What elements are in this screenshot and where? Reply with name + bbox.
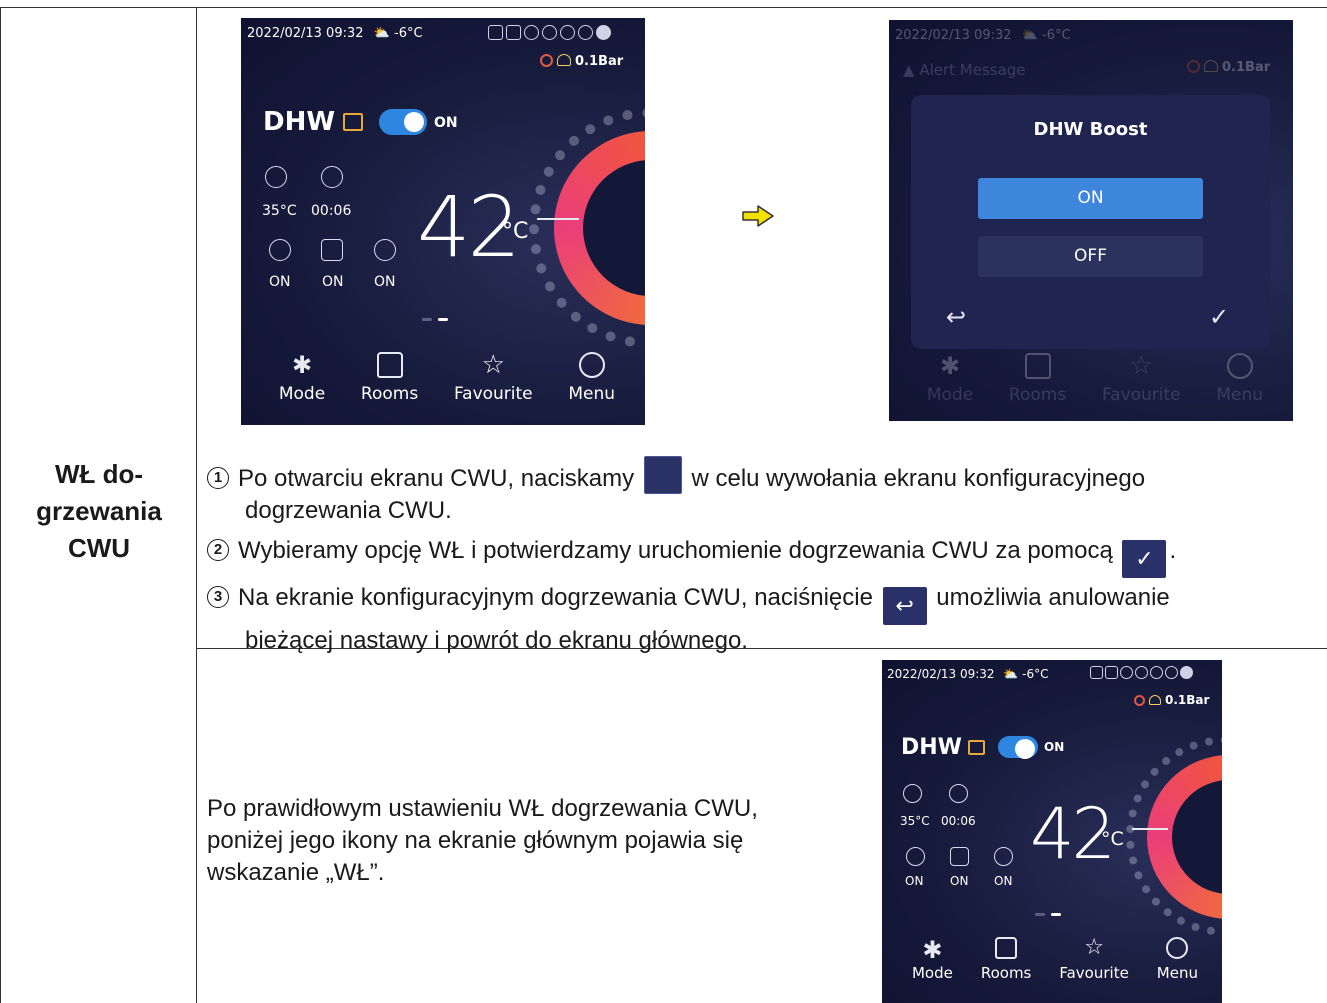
outdoor-icon: ⛅	[373, 26, 390, 41]
step-1: 1 Po otwarciu ekranu CWU, naciskamy w cel…	[207, 456, 1145, 527]
timer-value: 00:06	[311, 203, 352, 219]
page-indicator	[1035, 913, 1061, 916]
sun-icon	[542, 25, 557, 40]
nav-mode[interactable]: Mode	[279, 352, 325, 404]
setpoint-value: 35°C	[262, 203, 297, 219]
nav-mode[interactable]: Mode	[912, 937, 953, 982]
chevron-down-icon[interactable]	[1180, 666, 1193, 679]
table-border-top	[0, 7, 1327, 8]
boost-state: ON	[950, 874, 969, 888]
step-3: 3 Na ekranie konfiguracyjnym dogrzewania …	[207, 582, 1170, 657]
home-icon	[376, 352, 403, 378]
pressure-text: 0.1Bar	[575, 54, 624, 69]
status-icons	[488, 25, 611, 40]
timer-icon	[578, 25, 593, 40]
table-column-divider	[196, 7, 197, 1003]
water-heater-icon	[343, 113, 363, 131]
bottom-nav: Mode Rooms ☆Favourite Menu	[909, 353, 1281, 405]
step-2: 2 Wybieramy opcję WŁ i potwierdzamy uruch…	[207, 535, 1176, 578]
nav-mode[interactable]: Mode	[927, 353, 973, 405]
confirm-check-icon[interactable]: ✓	[1209, 303, 1229, 331]
dhw-boost-icon[interactable]	[321, 239, 343, 261]
disinfect-icon[interactable]	[374, 239, 396, 261]
nav-favourite[interactable]: ☆ Favourite	[1059, 937, 1128, 983]
status-bar: 2022/02/13 09:32 ⛅ -6°C	[887, 667, 1049, 681]
status-bar: 2022/02/13 09:32 ⛅ -6°C	[895, 28, 1071, 43]
table-border-left	[0, 7, 1, 1003]
nav-favourite[interactable]: ☆ Favourite	[454, 352, 533, 404]
option-on-button[interactable]: ON	[978, 178, 1203, 219]
step-number: 2	[207, 539, 229, 561]
nav-rooms[interactable]: Rooms	[361, 352, 418, 404]
nav-rooms[interactable]: Rooms	[981, 937, 1031, 982]
section-label: WŁ do- grzewania CWU	[4, 456, 194, 567]
dhw-boost-screen: 2022/02/13 09:32 ⛅ -6°C ▲ Alert Message …	[889, 20, 1293, 421]
dhw-title: DHW	[901, 735, 962, 760]
option-off-button[interactable]: OFF	[978, 236, 1203, 277]
play-icon	[524, 25, 539, 40]
back-icon: ↩	[882, 587, 927, 625]
dhw-main-screen: 2022/02/13 09:32 ⛅ -6°C 0.1Bar DHW ON 35…	[241, 18, 645, 425]
result-description: Po prawidłowym ustawieniu WŁ dogrzewania…	[207, 795, 758, 886]
star-icon: ☆	[481, 350, 505, 380]
step-number: 3	[207, 586, 229, 608]
pressure-gauge-icon	[557, 54, 571, 66]
alarm-icon	[540, 54, 553, 67]
nav-favourite[interactable]: ☆ Favourite	[1102, 353, 1181, 405]
mode-icon	[289, 352, 315, 378]
nav-rooms[interactable]: Rooms	[1009, 353, 1066, 405]
nav-menu[interactable]: Menu	[568, 352, 615, 404]
dhw-toggle[interactable]	[379, 109, 427, 135]
device-icon	[488, 25, 503, 40]
bottom-nav: Mode Rooms ☆Favourite Menu	[261, 352, 633, 404]
dialog-title: DHW Boost	[1033, 119, 1148, 140]
nav-menu[interactable]: Menu	[1216, 353, 1263, 405]
back-icon[interactable]: ↩	[946, 303, 966, 331]
datetime-text: 2022/02/13 09:32	[247, 26, 364, 41]
chevron-down-icon[interactable]	[596, 25, 611, 40]
section-label-line1: WŁ do-	[54, 459, 144, 489]
section-label-line3: CWU	[67, 533, 131, 563]
dhw-boost-icon	[643, 456, 682, 494]
water-heater-icon	[968, 740, 985, 755]
pressure-readout: 0.1Bar	[540, 54, 623, 69]
outdoor-temp-text: -6°C	[394, 26, 423, 41]
temperature-setpoint-icon	[265, 166, 287, 188]
alert-message: ▲ Alert Message	[903, 61, 1026, 79]
boost-state: ON	[322, 274, 344, 290]
schedule-state: ON	[269, 274, 291, 290]
schedule-icon[interactable]	[269, 239, 291, 261]
eco-icon	[560, 25, 575, 40]
step-number: 1	[207, 467, 229, 489]
status-icons	[1090, 666, 1193, 679]
temperature-unit: °C	[502, 219, 529, 244]
status-bar: 2022/02/13 09:32 ⛅ -6°C	[247, 26, 423, 41]
section-label-line2: grzewania	[36, 496, 162, 526]
menu-icon	[578, 352, 605, 378]
pressure-readout: 0.1Bar	[1187, 60, 1270, 75]
confirm-check-icon: ✓	[1122, 540, 1167, 578]
document-table: WŁ do- grzewania CWU 2022/02/13 09:32 ⛅ …	[0, 0, 1327, 1003]
dhw-result-screen: 2022/02/13 09:32 ⛅ -6°C 0.1Bar DHW ON 35…	[882, 660, 1222, 1003]
dhw-title: DHW	[263, 107, 336, 137]
disinfect-state: ON	[374, 274, 396, 290]
toggle-state-text: ON	[434, 115, 458, 131]
timer-icon	[321, 166, 343, 188]
dial-pointer	[537, 218, 579, 220]
dhw-toggle[interactable]	[998, 736, 1038, 759]
pressure-readout: 0.1Bar	[1134, 693, 1209, 707]
dhw-boost-dialog: DHW Boost ON OFF ↩ ✓	[911, 95, 1270, 349]
arrow-right-icon	[741, 204, 775, 228]
page-indicator	[422, 318, 448, 321]
calendar-icon	[506, 25, 521, 40]
nav-menu[interactable]: Menu	[1157, 937, 1198, 982]
bottom-nav: Mode Rooms ☆Favourite Menu	[898, 937, 1212, 983]
